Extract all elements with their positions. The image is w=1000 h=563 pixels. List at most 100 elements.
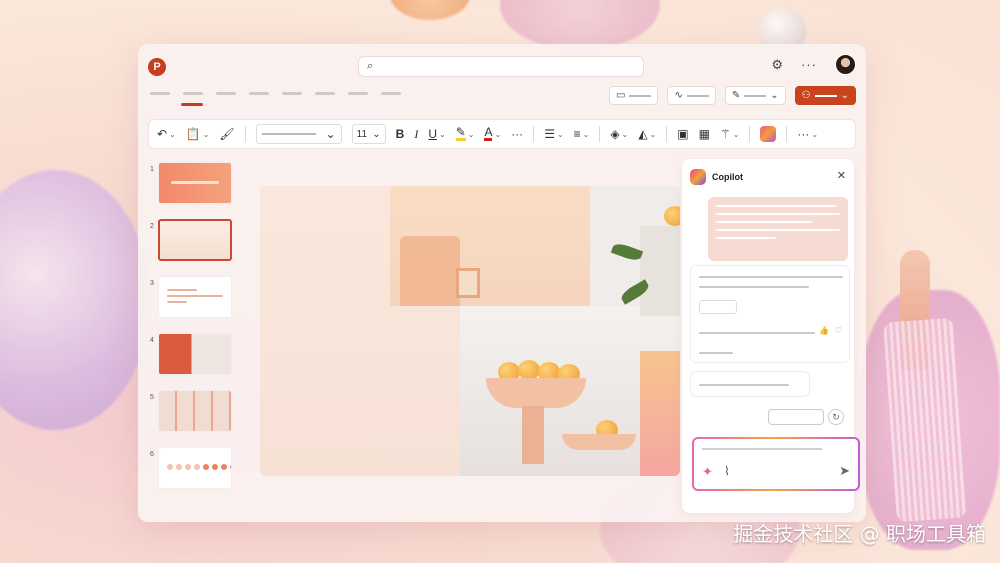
ribbon-overflow-button[interactable]: ··· ⌄	[797, 127, 818, 141]
copilot-pane: Copilot ✕ 👍 ♡ ↻ ✦ ⌇ ➤	[682, 159, 858, 513]
refresh-icon[interactable]: ↻	[828, 409, 844, 425]
copilot-title: Copilot	[712, 172, 743, 182]
activity-icon: ∿	[674, 90, 683, 101]
italic-button[interactable]: I	[414, 127, 418, 142]
slide-canvas[interactable]	[260, 186, 680, 476]
comments-button[interactable]: ▭	[609, 86, 659, 105]
slide-preview	[158, 276, 232, 318]
more-icon[interactable]: ···	[801, 57, 817, 72]
like-icon[interactable]: 👍	[819, 326, 829, 335]
pen-icon: ✎	[731, 90, 741, 101]
highlight-button[interactable]: ✎ ⌄	[455, 125, 474, 141]
font-size-select[interactable]: 11 ⌄	[351, 124, 386, 144]
attach-icon[interactable]: ⌇	[724, 464, 730, 478]
tab[interactable]	[183, 92, 203, 95]
send-icon[interactable]: ➤	[839, 463, 850, 479]
highlight-icon: ✎	[455, 125, 466, 141]
slide-gradient-block	[640, 351, 680, 476]
divider	[666, 126, 668, 142]
fruit-bowl	[486, 378, 586, 408]
slide-number: 3	[150, 280, 154, 287]
slide-preview-selected	[158, 219, 232, 261]
comment-icon: ▭	[616, 90, 626, 101]
divider	[533, 126, 535, 142]
tab[interactable]	[381, 92, 401, 95]
tab[interactable]	[216, 92, 236, 95]
animation-button[interactable]: ⚚ ⌄	[720, 127, 739, 141]
slide-number: 1	[150, 166, 154, 173]
fruit-bowl-stem	[522, 406, 544, 464]
font-family-select[interactable]: ⌄	[255, 124, 342, 144]
shapes-icon: ◈	[610, 127, 620, 141]
background-brush-bristles	[883, 317, 967, 523]
idea-icon[interactable]: ♡	[835, 326, 842, 335]
close-icon[interactable]: ✕	[837, 169, 846, 182]
copilot-compose-input[interactable]: ✦ ⌇ ➤	[692, 437, 860, 491]
slide-preview	[158, 390, 232, 432]
font-color-label: A	[484, 125, 493, 141]
background-bubble	[500, 0, 660, 50]
divider	[244, 126, 246, 142]
slide-thumbnail[interactable]: 2	[146, 219, 236, 276]
copilot-response: 👍 ♡	[690, 265, 850, 363]
background-bubble	[390, 0, 470, 20]
active-tab-indicator	[181, 103, 203, 106]
slide-thumbnail[interactable]: 1	[146, 162, 236, 219]
search-input[interactable]: ⌕	[358, 56, 644, 77]
suggested-prompt-button[interactable]	[768, 409, 824, 425]
tab[interactable]	[249, 92, 269, 95]
sparkle-icon[interactable]: ✦	[702, 464, 713, 480]
align-icon: ≡	[573, 127, 581, 141]
title-bar-controls: ⚙ ···	[771, 54, 856, 75]
slide-thumbnail[interactable]: 5	[146, 390, 236, 447]
bullets-button[interactable]: ☰ ⌄	[544, 127, 563, 141]
copilot-icon[interactable]	[760, 126, 777, 142]
tab[interactable]	[150, 92, 170, 95]
underline-button[interactable]: U ⌄	[428, 127, 445, 141]
copilot-header: Copilot	[690, 169, 743, 185]
slide-thumbnail[interactable]: 3	[146, 276, 236, 333]
undo-button[interactable]: ↶ ⌄	[157, 127, 176, 141]
tab[interactable]	[348, 92, 368, 95]
powerpoint-window: P ⌕ ⚙ ··· ▭ ∿ ✎ ⌄ ⚇ ⌄ ↶ ⌄ 📋 ⌄ 🖌 ⌄ 11 ⌄ B I U ⌄…	[138, 44, 866, 522]
wand-icon: ⚚	[719, 127, 731, 141]
slide-number: 4	[150, 337, 154, 344]
slide-image-frame	[456, 268, 480, 298]
slide-preview	[158, 447, 232, 489]
gear-icon[interactable]: ⚙	[771, 57, 783, 73]
divider	[599, 126, 601, 142]
ribbon-toolbar: ↶ ⌄ 📋 ⌄ 🖌 ⌄ 11 ⌄ B I U ⌄ ✎ ⌄ A ⌄ ··· ☰ ⌄ ≡ ⌄ ◈ ⌄ …	[148, 119, 856, 149]
designer-icon[interactable]: ▣	[677, 127, 688, 141]
powerpoint-app-icon[interactable]: P	[148, 58, 166, 76]
reference-chip[interactable]	[699, 300, 737, 314]
watermark: 掘金技术社区 @ 职场工具箱	[733, 522, 986, 546]
share-button[interactable]: ⚇ ⌄	[794, 86, 856, 105]
tab[interactable]	[315, 92, 335, 95]
font-color-button[interactable]: A ⌄	[484, 125, 501, 141]
vase	[640, 226, 680, 316]
editing-mode-button[interactable]: ✎ ⌄	[724, 86, 786, 105]
slide-thumbnail[interactable]: 6	[146, 447, 236, 504]
underline-label: U	[428, 127, 437, 141]
divider	[749, 126, 751, 142]
shape-fill-button[interactable]: ◭ ⌄	[638, 127, 656, 141]
format-painter-button[interactable]: 🖌	[219, 127, 234, 141]
align-button[interactable]: ≡ ⌄	[574, 127, 590, 141]
bold-button[interactable]: B	[396, 127, 405, 141]
activity-button[interactable]: ∿	[667, 86, 716, 105]
share-icon: ⚇	[801, 90, 811, 101]
shapes-button[interactable]: ◈ ⌄	[610, 127, 628, 141]
search-icon: ⌕	[367, 60, 374, 72]
paste-button[interactable]: 📋 ⌄	[186, 127, 210, 141]
picture-icon[interactable]: ▦	[699, 127, 710, 141]
slide-thumbnail[interactable]: 4	[146, 333, 236, 390]
fruit-plate	[562, 434, 636, 450]
avatar[interactable]	[835, 54, 856, 75]
format-painter-icon: 🖌	[219, 127, 235, 141]
copilot-icon	[690, 169, 706, 185]
slide-number: 5	[150, 394, 154, 401]
bullets-icon: ☰	[544, 127, 555, 141]
more-font-options-icon[interactable]: ···	[511, 127, 523, 141]
slide-image-object	[400, 236, 460, 306]
tab[interactable]	[282, 92, 302, 95]
